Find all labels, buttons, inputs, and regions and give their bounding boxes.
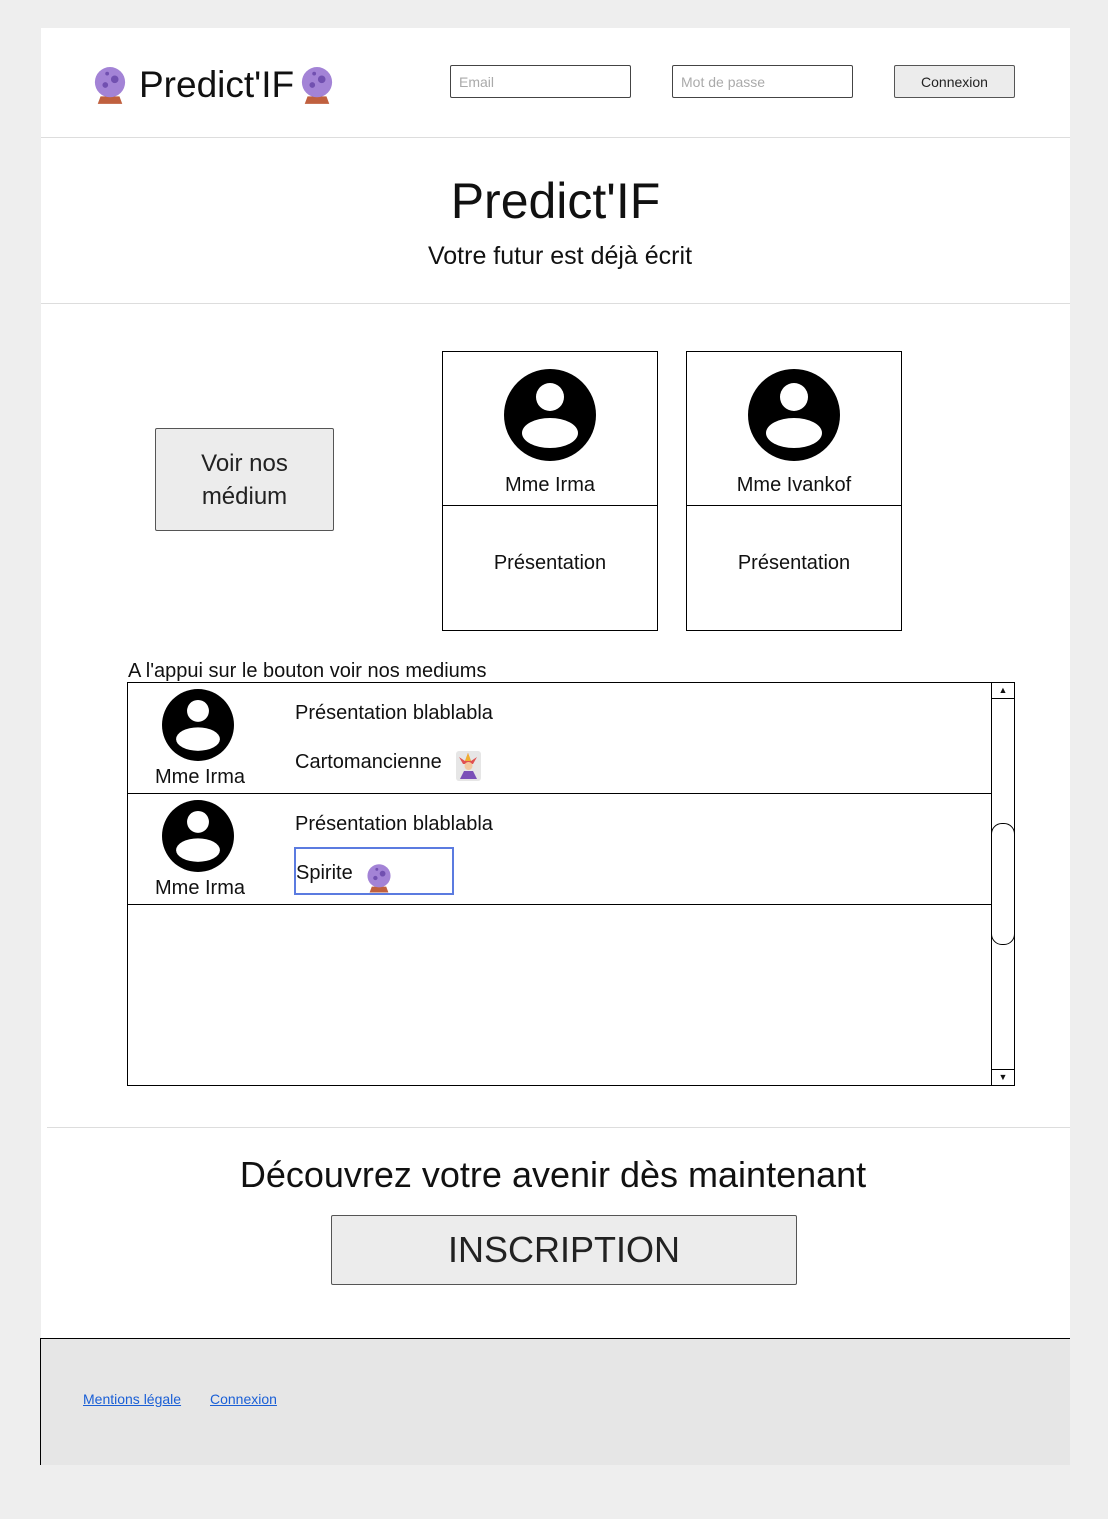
cta-title: Découvrez votre avenir dès maintenant	[239, 1154, 867, 1195]
footer: Mentions légale Connexion	[40, 1338, 1070, 1465]
divider	[41, 137, 1070, 138]
medium-type: Spirite	[296, 862, 353, 884]
scrollbar-thumb[interactable]	[991, 823, 1015, 945]
list-caption: A l'appui sur le bouton voir nos mediums	[128, 660, 487, 682]
medium-type-selected[interactable]: Spirite	[294, 847, 454, 895]
medium-type: Cartomancienne	[295, 751, 442, 773]
view-mediums-button[interactable]: Voir nos médium	[155, 428, 334, 531]
hero-title: Predict'IF	[450, 173, 661, 229]
divider	[41, 303, 1070, 304]
medium-presentation: Présentation	[493, 552, 607, 574]
joker-card-icon	[456, 751, 481, 781]
medium-name: Mme Irma	[505, 474, 595, 496]
footer-login-link[interactable]: Connexion	[210, 1391, 277, 1407]
medium-name: Mme Ivankof	[736, 474, 852, 496]
medium-name: Mme Irma	[155, 877, 245, 899]
user-avatar-icon	[504, 369, 596, 461]
email-input[interactable]	[450, 65, 631, 98]
mediums-list: Mme Irma Présentation blablabla Cartoman…	[127, 682, 1015, 1086]
hero-subtitle: Votre futur est déjà écrit	[427, 242, 693, 270]
medium-name: Mme Irma	[155, 766, 245, 788]
brand-title: Predict'IF	[139, 64, 295, 105]
crystal-ball-icon	[366, 863, 392, 893]
medium-card[interactable]: Mme Irma Présentation	[442, 351, 658, 631]
scroll-down-arrow-icon[interactable]: ▼	[992, 1069, 1014, 1085]
password-input[interactable]	[672, 65, 853, 98]
user-avatar-icon	[748, 369, 840, 461]
signup-button[interactable]: INSCRIPTION	[331, 1215, 797, 1285]
medium-presentation: Présentation blablabla	[295, 702, 493, 724]
login-button[interactable]: Connexion	[894, 65, 1015, 98]
crystal-ball-icon	[300, 66, 334, 104]
crystal-ball-icon	[93, 66, 127, 104]
scrollbar[interactable]: ▲ ▼	[991, 683, 1015, 1085]
user-avatar-icon	[162, 689, 234, 761]
medium-card[interactable]: Mme Ivankof Présentation	[686, 351, 902, 631]
medium-presentation: Présentation	[737, 552, 851, 574]
list-item[interactable]: Mme Irma Présentation blablabla Spirite	[128, 794, 992, 905]
scroll-up-arrow-icon[interactable]: ▲	[992, 683, 1014, 699]
user-avatar-icon	[162, 800, 234, 872]
medium-presentation: Présentation blablabla	[295, 813, 493, 835]
legal-link[interactable]: Mentions légale	[83, 1391, 181, 1407]
list-item[interactable]: Mme Irma Présentation blablabla Cartoman…	[128, 683, 992, 794]
divider	[47, 1127, 1070, 1128]
